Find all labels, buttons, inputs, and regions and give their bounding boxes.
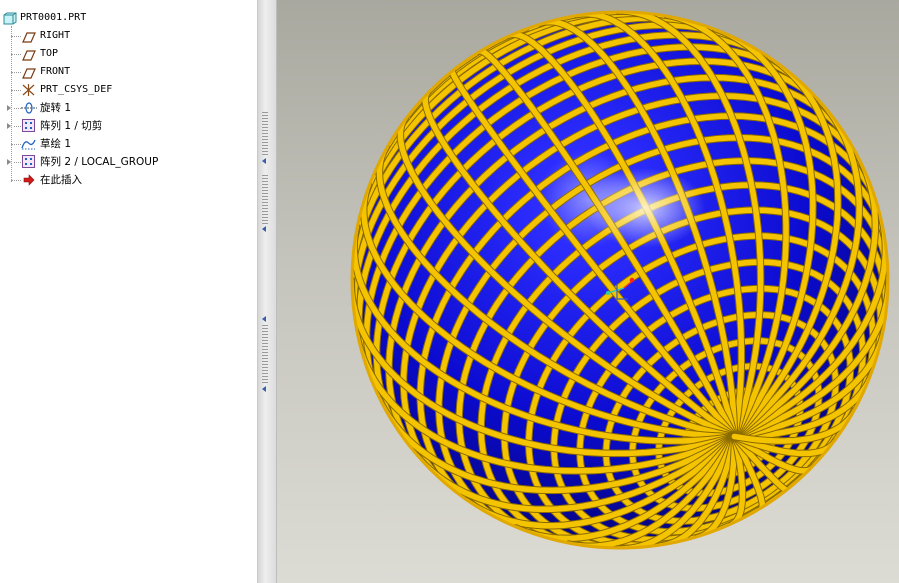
tree-item-label: 旋转 1: [40, 102, 72, 114]
panel-splitter[interactable]: [258, 0, 277, 583]
tree-item-label: 阵列 1 / 切剪: [40, 120, 103, 132]
tree-item-label: TOP: [40, 48, 59, 59]
expand-arrow-icon[interactable]: [7, 105, 11, 111]
tree-item-pattern-2[interactable]: 阵列 2 / LOCAL_GROUP: [0, 153, 250, 171]
splitter-grip[interactable]: [262, 175, 268, 225]
tree-item-csys[interactable]: PRT_CSYS_DEF: [0, 81, 250, 99]
tree-item-label: PRT_CSYS_DEF: [40, 84, 113, 95]
expand-arrow-icon[interactable]: [7, 123, 11, 129]
splitter-grip[interactable]: [262, 112, 268, 156]
tree-root-item[interactable]: PRT0001.PRT: [0, 9, 250, 27]
tree-item-top[interactable]: TOP: [0, 45, 250, 63]
tree-item-label: 在此插入: [40, 174, 82, 186]
graphics-viewport[interactable]: [277, 0, 899, 583]
tree-item-sketch[interactable]: 草绘 1: [0, 135, 250, 153]
tree-item-revolve[interactable]: 旋转 1: [0, 99, 250, 117]
tree-item-front[interactable]: FRONT: [0, 63, 250, 81]
tree-item-pattern-1[interactable]: 阵列 1 / 切剪: [0, 117, 250, 135]
collapse-left-arrow-icon[interactable]: [262, 226, 266, 232]
tree-item-right[interactable]: RIGHT: [0, 27, 250, 45]
tree-item-label: RIGHT: [40, 30, 71, 41]
insert-here-arrow-icon: [23, 174, 35, 192]
tree-item-label: 阵列 2 / LOCAL_GROUP: [40, 156, 159, 168]
model-tree-panel: PRT0001.PRT RIGHT TOP FRONT PRT_CSYS_DEF: [0, 0, 258, 583]
specular-highlight: [585, 168, 705, 248]
tree-root-label: PRT0001.PRT: [20, 12, 87, 23]
sphere-model[interactable]: [277, 0, 899, 583]
tree-item-label: 草绘 1: [40, 138, 72, 150]
tree-item-insert-here[interactable]: 在此插入: [0, 171, 250, 189]
collapse-left-arrow-icon[interactable]: [262, 316, 266, 322]
collapse-left-arrow-icon[interactable]: [262, 386, 266, 392]
splitter-grip[interactable]: [262, 325, 268, 385]
collapse-left-arrow-icon[interactable]: [262, 158, 266, 164]
tree-item-label: FRONT: [40, 66, 71, 77]
expand-arrow-icon[interactable]: [7, 159, 11, 165]
